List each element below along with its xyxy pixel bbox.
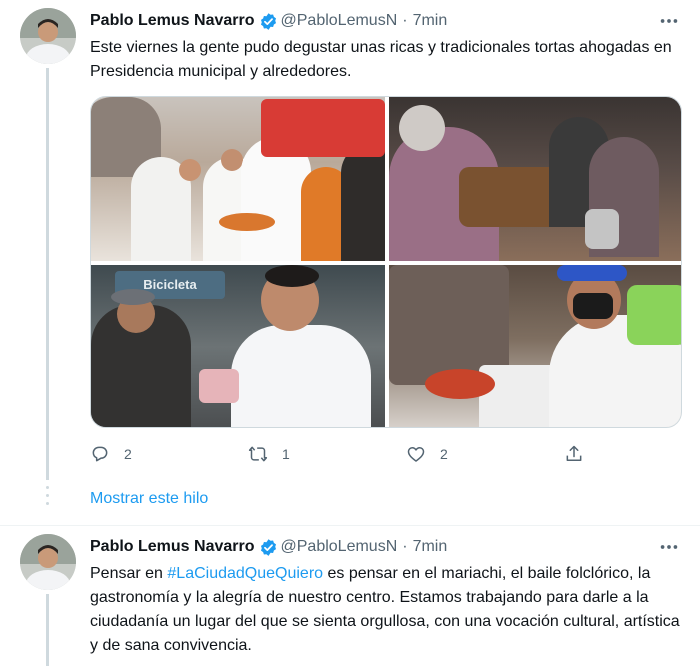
author-handle[interactable]: @PabloLemusN	[281, 538, 398, 556]
retweet-button[interactable]: 1	[248, 440, 290, 468]
retweet-count: 1	[282, 446, 290, 462]
avatar[interactable]	[20, 534, 76, 590]
tweet-text: Este viernes la gente pudo degustar unas…	[90, 39, 672, 80]
verified-icon	[260, 12, 276, 30]
media-grid[interactable]: Bicicleta	[90, 96, 682, 428]
header-separator: ·	[402, 538, 408, 555]
show-thread-link[interactable]: Mostrar este hilo	[90, 490, 208, 508]
tweet-time[interactable]: 7min	[413, 538, 448, 556]
tweet[interactable]: Pablo Lemus Navarro @PabloLemusN · 7min …	[0, 526, 700, 666]
tweet-text-start: Pensar en	[90, 565, 168, 582]
thread-line	[46, 68, 49, 480]
thread-line	[46, 594, 49, 666]
author-name[interactable]: Pablo Lemus Navarro	[90, 538, 255, 556]
hashtag-link[interactable]: #LaCiudadQueQuiero	[167, 565, 323, 582]
avatar-photo	[20, 8, 76, 64]
thread-gap-dots	[44, 486, 50, 510]
avatar-photo	[20, 534, 76, 590]
photo-4[interactable]	[389, 265, 681, 427]
reply-button[interactable]: 2	[90, 440, 132, 468]
like-count: 2	[440, 446, 448, 462]
photo-3[interactable]: Bicicleta	[91, 265, 385, 427]
author-name[interactable]: Pablo Lemus Navarro	[90, 12, 255, 30]
more-icon[interactable]	[658, 536, 680, 558]
photo-2[interactable]	[389, 97, 681, 261]
share-icon	[566, 445, 582, 461]
share-button[interactable]	[564, 440, 584, 468]
tweet-actions: 2 1 2	[90, 440, 590, 468]
author-handle[interactable]: @PabloLemusN	[281, 12, 398, 30]
tweet-time[interactable]: 7min	[413, 12, 448, 30]
verified-icon	[260, 538, 276, 556]
header-separator: ·	[402, 12, 408, 29]
reply-icon	[92, 446, 108, 462]
photo-1[interactable]	[91, 97, 385, 261]
more-icon[interactable]	[658, 10, 680, 32]
tweet-text: Pensar en #LaCiudadQueQuiero es pensar e…	[90, 562, 686, 658]
tweet-header: Pablo Lemus Navarro @PabloLemusN · 7min	[90, 535, 447, 559]
tweet[interactable]: Pablo Lemus Navarro @PabloLemusN · 7min …	[0, 0, 700, 480]
like-icon	[407, 447, 425, 462]
avatar[interactable]	[20, 8, 76, 64]
like-button[interactable]: 2	[406, 440, 448, 468]
retweet-icon	[248, 446, 268, 462]
tweet-header: Pablo Lemus Navarro @PabloLemusN · 7min	[90, 9, 447, 33]
reply-count: 2	[124, 446, 132, 462]
